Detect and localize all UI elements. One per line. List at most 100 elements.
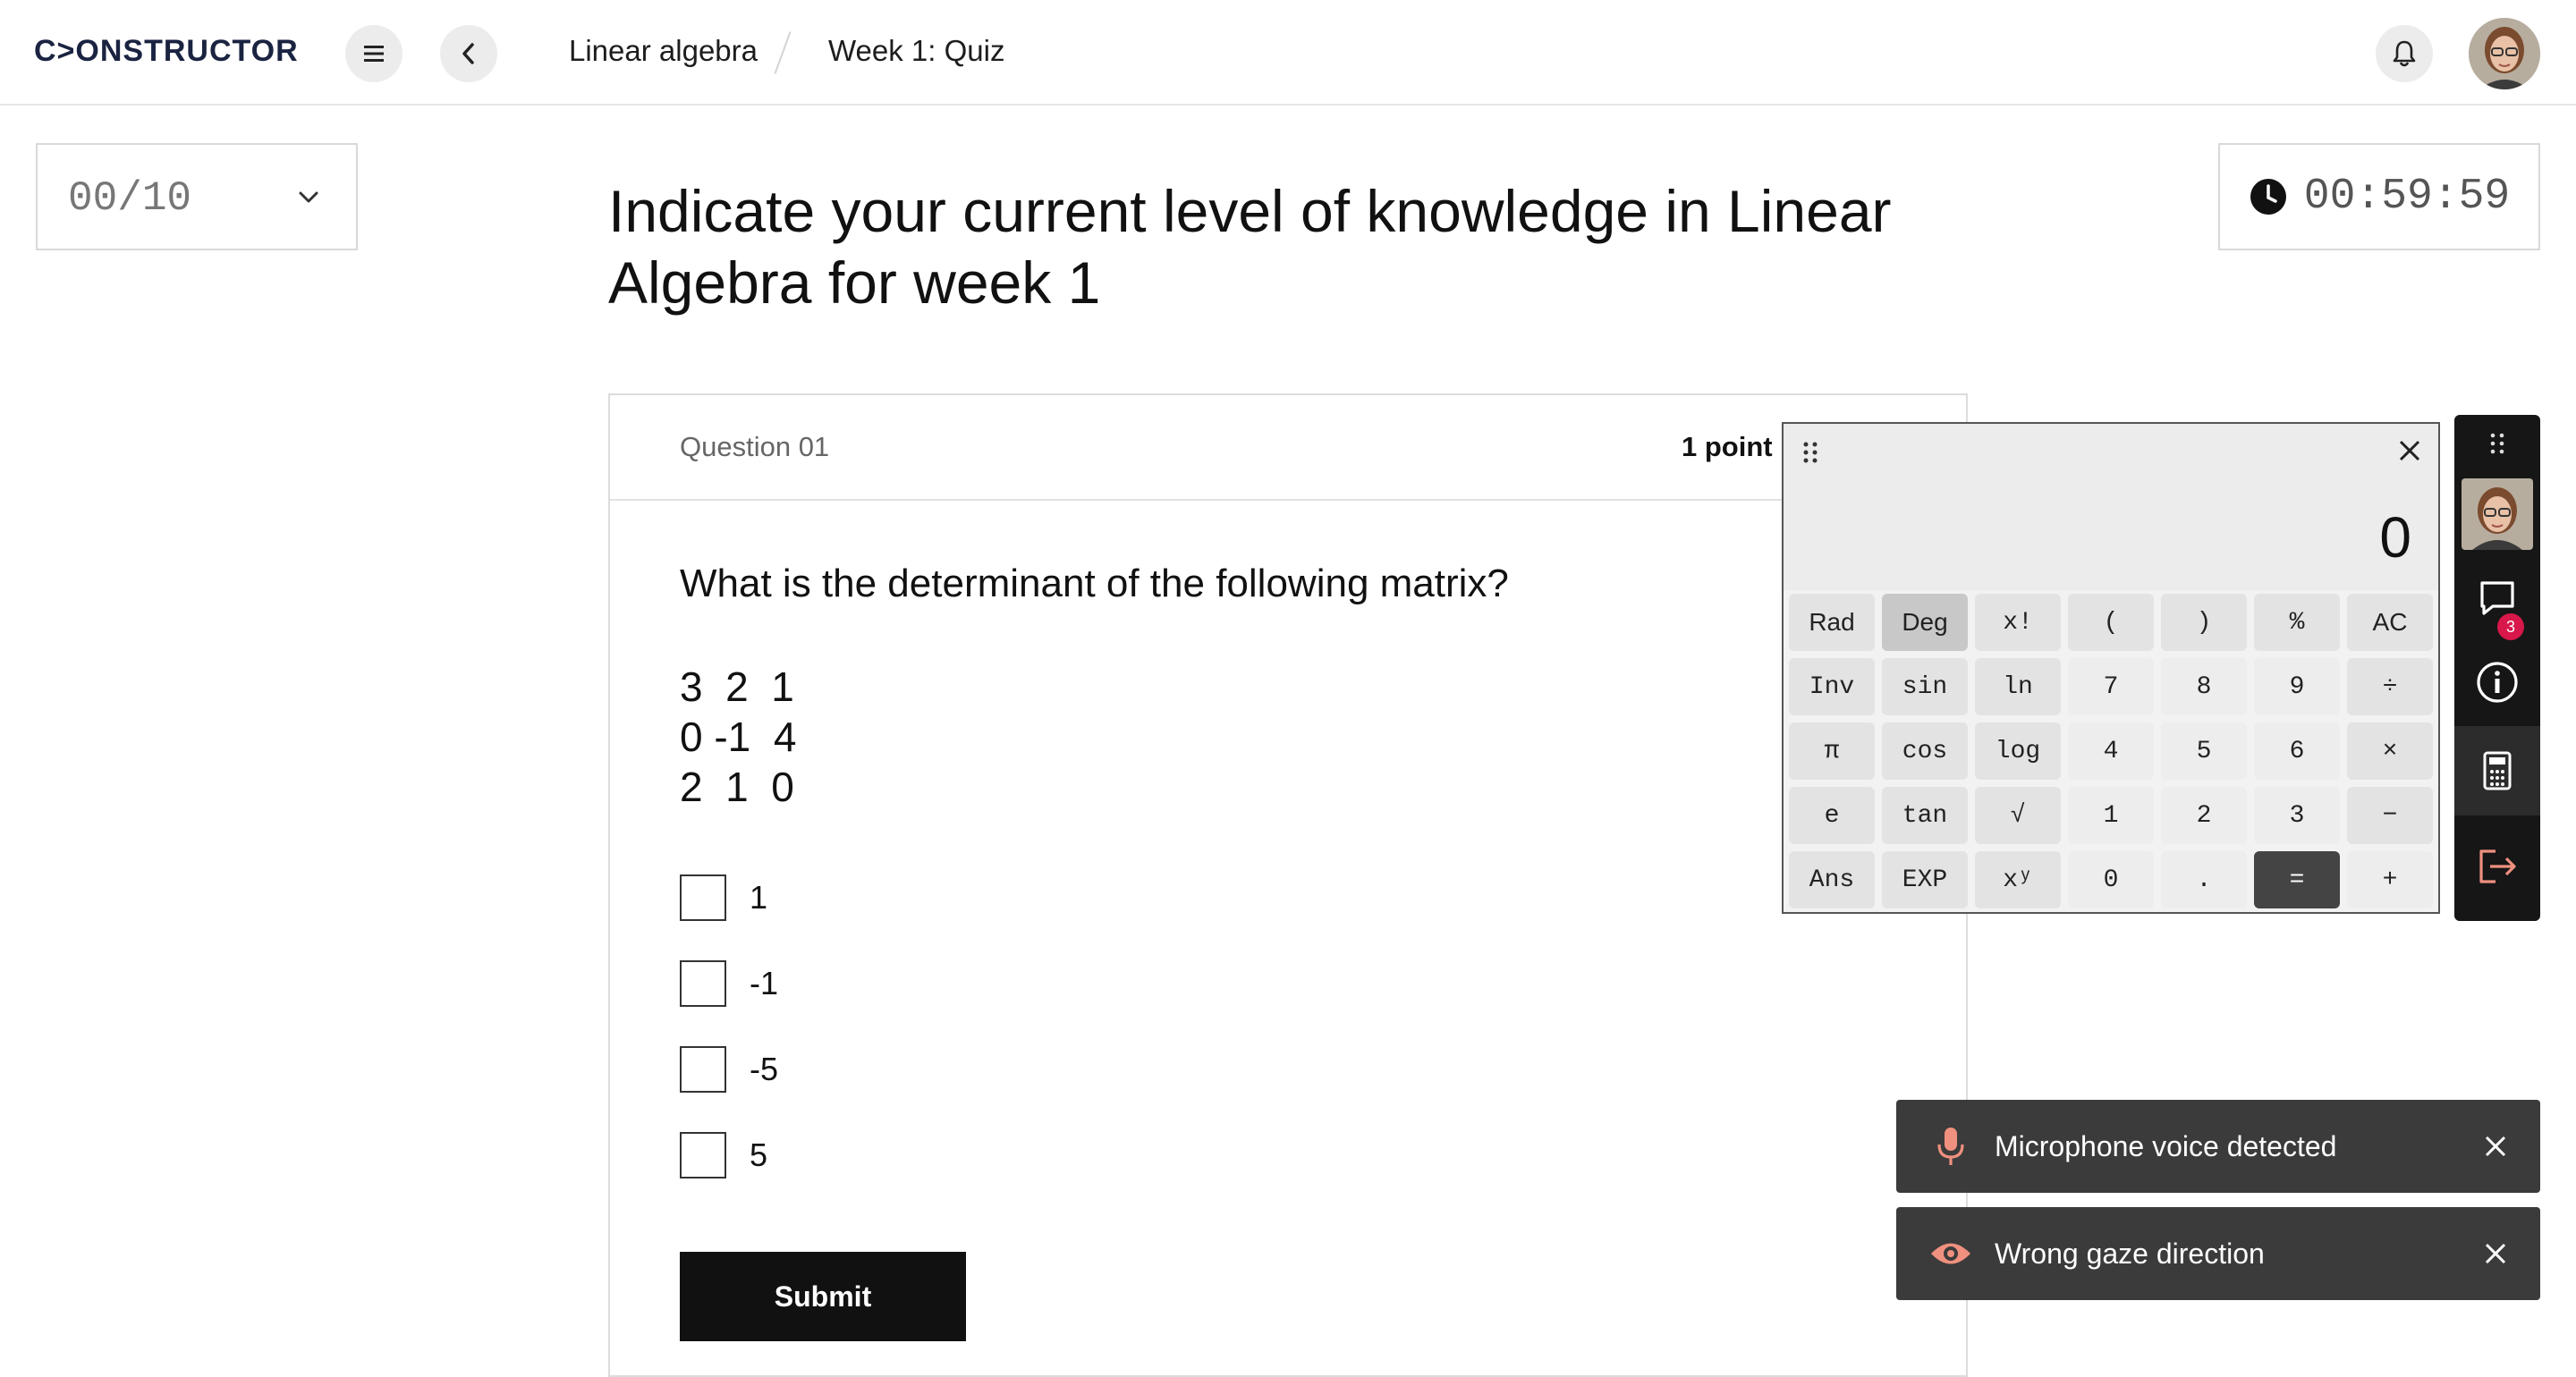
calculator-result: 0 (2379, 505, 2411, 570)
calculator-button[interactable] (2454, 726, 2540, 815)
calc-key-ans[interactable]: Ans (1789, 851, 1875, 908)
chevron-down-icon (299, 191, 318, 203)
menu-button[interactable] (345, 25, 402, 82)
calc-key-add[interactable]: + (2347, 851, 2433, 908)
calc-key-8[interactable]: 8 (2161, 658, 2247, 715)
chat-unread-badge: 3 (2497, 613, 2524, 640)
question-matrix: 3 2 1 0 -1 4 2 1 0 (680, 663, 797, 810)
drag-handle-icon[interactable] (1801, 440, 1819, 465)
answer-option-label: -5 (750, 1051, 779, 1087)
answer-checkbox[interactable] (680, 874, 726, 921)
breadcrumb-course[interactable]: Linear algebra (569, 34, 758, 68)
answer-option[interactable]: -5 (680, 1043, 1216, 1096)
calc-key-e[interactable]: e (1789, 787, 1875, 844)
logo[interactable]: C>ONSTRUCTOR (34, 34, 299, 69)
calc-key-cos[interactable]: cos (1882, 722, 1968, 780)
user-avatar[interactable] (2469, 18, 2540, 89)
webcam-avatar-image (2462, 478, 2533, 550)
calc-key-6[interactable]: 6 (2254, 722, 2340, 780)
logout-icon (2479, 849, 2516, 883)
close-icon (2485, 1243, 2506, 1264)
calc-key-factorial[interactable]: x! (1975, 594, 2061, 651)
question-card: Question 01 1 point What is the determin… (608, 393, 1968, 1377)
toolbar-drag-handle[interactable] (2454, 415, 2540, 472)
close-icon (2485, 1136, 2506, 1157)
calc-key-exp[interactable]: EXP (1882, 851, 1968, 908)
calc-key-2[interactable]: 2 (2161, 787, 2247, 844)
calc-key-1[interactable]: 1 (2068, 787, 2154, 844)
submit-button[interactable]: Submit (680, 1252, 966, 1341)
exit-button[interactable] (2454, 826, 2540, 907)
close-icon[interactable] (2397, 438, 2422, 463)
calc-key-sqrt[interactable]: √ (1975, 787, 2061, 844)
calc-key-4[interactable]: 4 (2068, 722, 2154, 780)
calculator-display: 0 (1784, 424, 2438, 590)
toast-close-button[interactable] (2478, 1241, 2513, 1266)
answer-option-label: 1 (750, 879, 768, 916)
calc-key-log[interactable]: log (1975, 722, 2061, 780)
calc-key-decimal[interactable]: . (2161, 851, 2247, 908)
back-button[interactable] (440, 25, 497, 82)
calc-key-3[interactable]: 3 (2254, 787, 2340, 844)
calc-key-divide[interactable]: ÷ (2347, 658, 2433, 715)
calc-key-deg[interactable]: Deg (1882, 594, 1968, 651)
bell-icon (2393, 40, 2416, 67)
page-title: Indicate your current level of knowledge… (608, 178, 1892, 316)
webcam-preview[interactable] (2454, 474, 2540, 554)
calc-key-clear[interactable]: AC (2347, 594, 2433, 651)
calculator-keypad: Rad Deg x! ( ) % AC Inv sin ln 7 8 9 ÷ π… (1789, 594, 2433, 908)
question-selector[interactable]: 00/10 (36, 143, 358, 250)
calc-key-inverse[interactable]: Inv (1789, 658, 1875, 715)
info-button[interactable] (2454, 642, 2540, 722)
toast-microphone: Microphone voice detected (1896, 1100, 2540, 1193)
calc-key-percent[interactable]: % (2254, 594, 2340, 651)
clock-icon (2250, 179, 2286, 215)
question-points: 1 point (1682, 431, 1773, 462)
calc-key-close-paren[interactable]: ) (2161, 594, 2247, 651)
avatar-image (2469, 18, 2540, 89)
answer-checkbox[interactable] (680, 960, 726, 1007)
answer-checkbox[interactable] (680, 1132, 726, 1178)
proctoring-toolbar (2454, 415, 2540, 921)
calc-key-7[interactable]: 7 (2068, 658, 2154, 715)
answer-option[interactable]: -1 (680, 957, 1216, 1010)
calc-key-tan[interactable]: tan (1882, 787, 1968, 844)
drag-handle-icon (2490, 433, 2504, 454)
calc-key-ln[interactable]: ln (1975, 658, 2061, 715)
notifications-button[interactable] (2376, 25, 2433, 82)
eye-icon (1928, 1238, 1973, 1269)
answer-option[interactable]: 1 (680, 871, 1216, 925)
question-text: What is the determinant of the following… (680, 562, 1509, 605)
microphone-icon (1928, 1125, 1973, 1168)
calc-key-power[interactable]: xʸ (1975, 851, 2061, 908)
answer-option-label: -1 (750, 965, 779, 1001)
calc-key-open-paren[interactable]: ( (2068, 594, 2154, 651)
calc-key-rad[interactable]: Rad (1789, 594, 1875, 651)
toast-message: Wrong gaze direction (1995, 1237, 2265, 1270)
calc-key-sin[interactable]: sin (1882, 658, 1968, 715)
question-card-header: Question 01 1 point (610, 395, 1966, 501)
timer-value: 00:59:59 (2303, 173, 2511, 221)
breadcrumb-quiz[interactable]: Week 1: Quiz (828, 34, 1004, 68)
question-selector-value: 00/10 (68, 175, 192, 222)
top-header: C>ONSTRUCTOR Linear algebra Week 1: Quiz (0, 0, 2576, 106)
quiz-timer: 00:59:59 (2218, 143, 2540, 250)
answer-option[interactable]: 5 (680, 1128, 1216, 1182)
calculator-icon (2483, 751, 2512, 790)
toast-close-button[interactable] (2478, 1134, 2513, 1159)
breadcrumb-separator (774, 31, 792, 74)
calc-key-0[interactable]: 0 (2068, 851, 2154, 908)
calc-key-5[interactable]: 5 (2161, 722, 2247, 780)
calc-key-9[interactable]: 9 (2254, 658, 2340, 715)
info-icon (2477, 662, 2518, 703)
calc-key-multiply[interactable]: × (2347, 722, 2433, 780)
calc-key-pi[interactable]: π (1789, 722, 1875, 780)
question-number: Question 01 (680, 431, 830, 462)
answer-checkbox[interactable] (680, 1046, 726, 1093)
answer-option-label: 5 (750, 1136, 768, 1173)
toast-gaze: Wrong gaze direction (1896, 1207, 2540, 1300)
calc-key-subtract[interactable]: − (2347, 787, 2433, 844)
calc-key-equals[interactable]: = (2254, 851, 2340, 908)
chevron-left-icon (462, 43, 474, 64)
calculator-panel[interactable]: 0 Rad Deg x! ( ) % AC Inv sin ln 7 8 9 ÷… (1782, 422, 2440, 914)
